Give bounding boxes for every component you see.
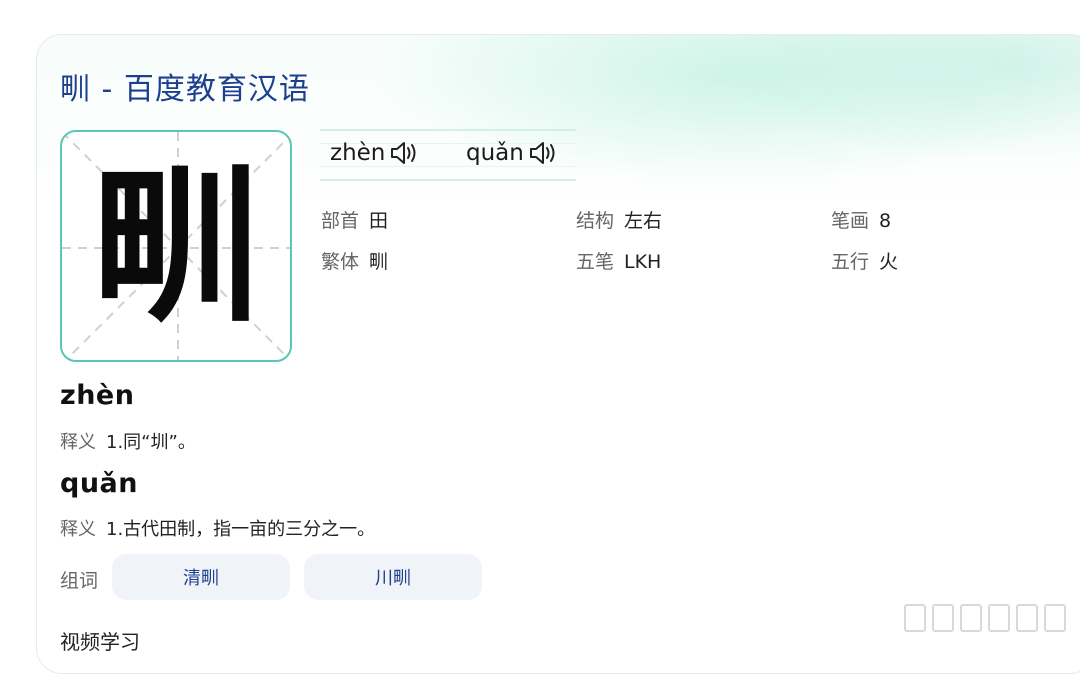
- info-label: 五笔: [576, 251, 615, 273]
- watermark-block: [988, 604, 1010, 632]
- definition-quan: 释义 1.古代田制，指一亩的三分之一。: [60, 515, 375, 541]
- character-glyph: 甽: [92, 147, 260, 345]
- watermark-blocks: [904, 604, 1066, 632]
- pinyin-strip: zhèn quǎn: [320, 129, 576, 181]
- info-label: 结构: [576, 210, 615, 232]
- watermark-block: [960, 604, 982, 632]
- speaker-icon[interactable]: [528, 140, 558, 166]
- info-value: 甽: [369, 251, 389, 273]
- reading-heading-quan: quǎn: [60, 468, 138, 499]
- words-label: 组词: [60, 570, 99, 592]
- watermark-block: [932, 604, 954, 632]
- info-element: 五行火: [831, 247, 898, 274]
- watermark-block: [904, 604, 926, 632]
- page-title[interactable]: 甽 - 百度教育汉语: [60, 64, 310, 108]
- info-radical: 部首田: [321, 206, 388, 233]
- video-section-title: 视频学习: [60, 630, 140, 654]
- word-button-qingzhen[interactable]: 清甽: [112, 554, 290, 600]
- pinyin-text: zhèn: [330, 140, 386, 166]
- info-traditional: 繁体甽: [321, 247, 388, 274]
- pinyin-text: quǎn: [466, 140, 524, 166]
- info-strokes: 笔画 8: [831, 206, 891, 233]
- definition-text: 1.古代田制，指一亩的三分之一。: [106, 519, 376, 540]
- info-structure: 结构 左右: [576, 206, 662, 233]
- word-button-chuanzhen[interactable]: 川甽: [304, 554, 482, 600]
- info-label: 部首: [321, 210, 360, 232]
- reading-heading-zhen: zhèn: [60, 380, 135, 411]
- info-value: 左右: [624, 210, 663, 232]
- pinyin-zhen-button[interactable]: zhèn: [330, 140, 419, 166]
- info-label: 繁体: [321, 251, 360, 273]
- definition-zhen: 释义 1.同“圳”。: [60, 428, 196, 454]
- character-grid-box: 甽: [60, 130, 292, 362]
- info-label: 五行: [831, 251, 870, 273]
- info-value: 火: [879, 251, 899, 273]
- speaker-icon[interactable]: [389, 140, 419, 166]
- pinyin-quan-button[interactable]: quǎn: [466, 140, 558, 166]
- watermark-block: [1016, 604, 1038, 632]
- info-value: 8: [879, 210, 892, 232]
- info-label: 笔画: [831, 210, 870, 232]
- info-value: LKH: [624, 251, 662, 273]
- definition-label: 释义: [60, 432, 96, 453]
- info-value: 田: [369, 210, 389, 232]
- definition-text: 1.同“圳”。: [106, 432, 196, 453]
- definition-label: 释义: [60, 519, 96, 540]
- info-wubi: 五笔 LKH: [576, 247, 661, 274]
- watermark-block: [1044, 604, 1066, 632]
